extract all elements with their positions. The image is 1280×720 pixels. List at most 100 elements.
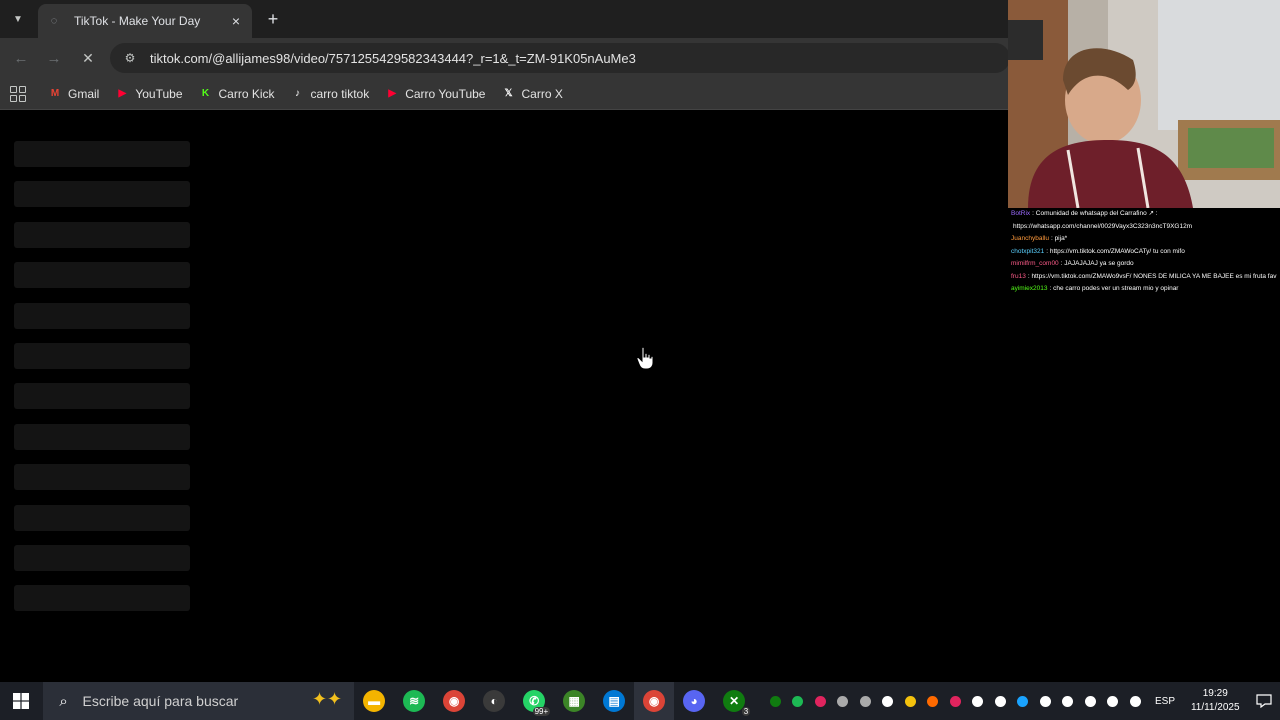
bookmark-carro-tiktok[interactable]: ♪ carro tiktok — [291, 87, 369, 101]
tab-strip: ▼ ◌ TikTok - Make Your Day × + — [0, 0, 1008, 38]
tray-icon[interactable] — [1079, 682, 1102, 720]
tray-icon[interactable] — [877, 682, 900, 720]
tray-app-icon — [814, 695, 826, 707]
skeleton-row — [14, 464, 190, 491]
skeleton-row — [14, 262, 190, 289]
tray-app-icon — [859, 695, 871, 707]
bookmark-gmail[interactable]: M Gmail — [48, 87, 100, 101]
tray-icon[interactable] — [1102, 682, 1125, 720]
tray-icon[interactable] — [899, 682, 922, 720]
tray-icon[interactable] — [787, 682, 810, 720]
stop-loading-button[interactable]: ✕ — [78, 48, 98, 68]
new-tab-button[interactable]: + — [263, 9, 283, 29]
microsoft-store-icon: ▤ — [603, 690, 626, 712]
apps-grid-icon[interactable] — [10, 85, 26, 102]
forward-button[interactable]: → — [44, 48, 64, 68]
sparkle-icon: ✦✦ — [311, 689, 343, 709]
tray-app-icon — [994, 695, 1006, 707]
clock[interactable]: 19:29 11/11/2025 — [1183, 687, 1247, 715]
skeleton-row — [14, 423, 190, 450]
browser-toolbar: ← → ✕ ⚙ tiktok.com/@allijames98/video/75… — [0, 38, 1010, 78]
chat-text: : pija* — [1050, 235, 1068, 242]
file-explorer-icon: ▬ — [363, 690, 386, 712]
chat-message: Juanchyballu: pija* — [1011, 233, 1277, 246]
taskbar-app-file-explorer[interactable]: ▬ — [354, 682, 394, 720]
bookmark-carro-x[interactable]: 𝕏 Carro X — [501, 87, 562, 101]
spotify-icon: ≋ — [403, 690, 426, 712]
hand-cursor-icon — [636, 346, 654, 370]
tray-icon[interactable] — [967, 682, 990, 720]
taskbar-app-chrome-active[interactable]: ◉ — [634, 682, 675, 720]
bookmark-carro-youtube[interactable]: ▶ Carro YouTube — [385, 87, 485, 101]
tray-app-icon — [949, 695, 961, 707]
notifications-button[interactable] — [1247, 682, 1280, 720]
tray-icon[interactable] — [764, 682, 787, 720]
taskbar-app-xbox[interactable]: ✕ 3 — [714, 682, 754, 720]
minecraft-icon: ▦ — [563, 690, 586, 712]
chat-text: https://whatsapp.com/channel/0029Vayx3C3… — [1013, 222, 1193, 230]
skeleton-row — [14, 141, 190, 167]
bookmark-label: Carro Kick — [218, 86, 275, 101]
url-text[interactable]: tiktok.com/@allijames98/video/7571255429… — [150, 51, 636, 66]
tray-app-icon — [882, 695, 894, 707]
taskbar-app-microsoft-store[interactable]: ▤ — [594, 682, 634, 720]
tray-icon[interactable] — [1034, 682, 1057, 720]
bookmark-youtube[interactable]: ▶ YouTube — [115, 87, 182, 101]
tab-tiktok[interactable]: ◌ TikTok - Make Your Day × — [38, 4, 252, 38]
chat-message: mimilfrm_com00: JAJAJAJAJ ya se gordo — [1011, 258, 1277, 271]
notification-icon — [1255, 694, 1272, 708]
tray-icon[interactable] — [944, 682, 967, 720]
webcam-image — [1008, 0, 1280, 208]
taskbar: ⌕ Escribe aquí para buscar ✦✦ ▬ ≋ ◉ ◐ ✆ 99+ ▦ ▤… — [0, 682, 1280, 720]
bookmark-label: YouTube — [135, 86, 183, 101]
skeleton-row — [14, 544, 190, 571]
taskbar-apps: ▬ ≋ ◉ ◐ ✆ 99+ ▦ ▤ ◉ ◕ ✕ 3 — [354, 682, 754, 720]
tray-icon[interactable] — [854, 682, 877, 720]
chat-text: : Comunidad de whatsapp del Carrafino ↗ … — [1032, 210, 1158, 217]
system-tray — [764, 682, 1147, 720]
tray-app-icon — [972, 695, 984, 707]
obs-icon: ◐ — [483, 690, 506, 712]
clock-date: 11/11/2025 — [1190, 702, 1240, 713]
screen: ▼ ◌ TikTok - Make Your Day × + ← → ✕ ⚙ t… — [0, 0, 1280, 720]
tray-icon[interactable] — [809, 682, 832, 720]
loading-favicon-icon: ◌ — [50, 15, 58, 27]
taskbar-app-obs[interactable]: ◐ — [474, 682, 514, 720]
tray-app-icon — [1017, 695, 1029, 707]
taskbar-app-whatsapp[interactable]: ✆ 99+ — [514, 682, 554, 720]
address-bar[interactable]: ⚙ tiktok.com/@allijames98/video/75712554… — [110, 43, 1010, 73]
taskbar-search[interactable]: ⌕ Escribe aquí para buscar ✦✦ — [42, 682, 355, 720]
close-icon[interactable]: × — [228, 13, 244, 29]
site-info-icon[interactable]: ⚙ — [122, 50, 138, 66]
tray-icon[interactable] — [1124, 682, 1147, 720]
tray-icon[interactable] — [1012, 682, 1035, 720]
youtube-icon: ▶ — [388, 88, 397, 99]
start-button[interactable] — [0, 682, 43, 720]
tab-search-icon[interactable]: ▼ — [8, 9, 28, 29]
taskbar-app-chrome[interactable]: ◉ — [434, 682, 474, 720]
taskbar-app-discord[interactable]: ◕ — [674, 682, 714, 720]
tray-app-icon — [1039, 695, 1051, 707]
stream-chat: BotRix: Comunidad de whatsapp del Carraf… — [1008, 208, 1280, 318]
bookmark-carro-kick[interactable]: K Carro Kick — [199, 87, 275, 101]
taskbar-app-minecraft[interactable]: ▦ — [554, 682, 594, 720]
language-indicator[interactable]: ESP — [1147, 696, 1184, 707]
chat-username: ayimiex2013 — [1011, 285, 1048, 292]
x-icon: 𝕏 — [504, 88, 513, 99]
tray-app-icon — [1129, 695, 1141, 707]
tray-app-icon — [1084, 695, 1096, 707]
chat-message: fru13: https://vm.tiktok.com/ZMAWo9vsF/ … — [1011, 271, 1277, 284]
skeleton-row — [14, 181, 190, 208]
chat-username: chotxpit321 — [1011, 247, 1045, 255]
tray-icon[interactable] — [989, 682, 1012, 720]
tray-icon[interactable] — [922, 682, 945, 720]
tray-icon[interactable] — [832, 682, 855, 720]
chat-message: chotxpit321: https://vm.tiktok.com/ZMAWo… — [1011, 246, 1277, 259]
page-content — [0, 111, 1008, 680]
taskbar-app-spotify[interactable]: ≋ — [394, 682, 434, 720]
tray-icon[interactable] — [1057, 682, 1080, 720]
windows-logo-icon — [13, 693, 30, 709]
skeleton-row — [14, 585, 190, 612]
tiktok-icon: ♪ — [295, 88, 301, 99]
back-button[interactable]: ← — [11, 48, 31, 68]
